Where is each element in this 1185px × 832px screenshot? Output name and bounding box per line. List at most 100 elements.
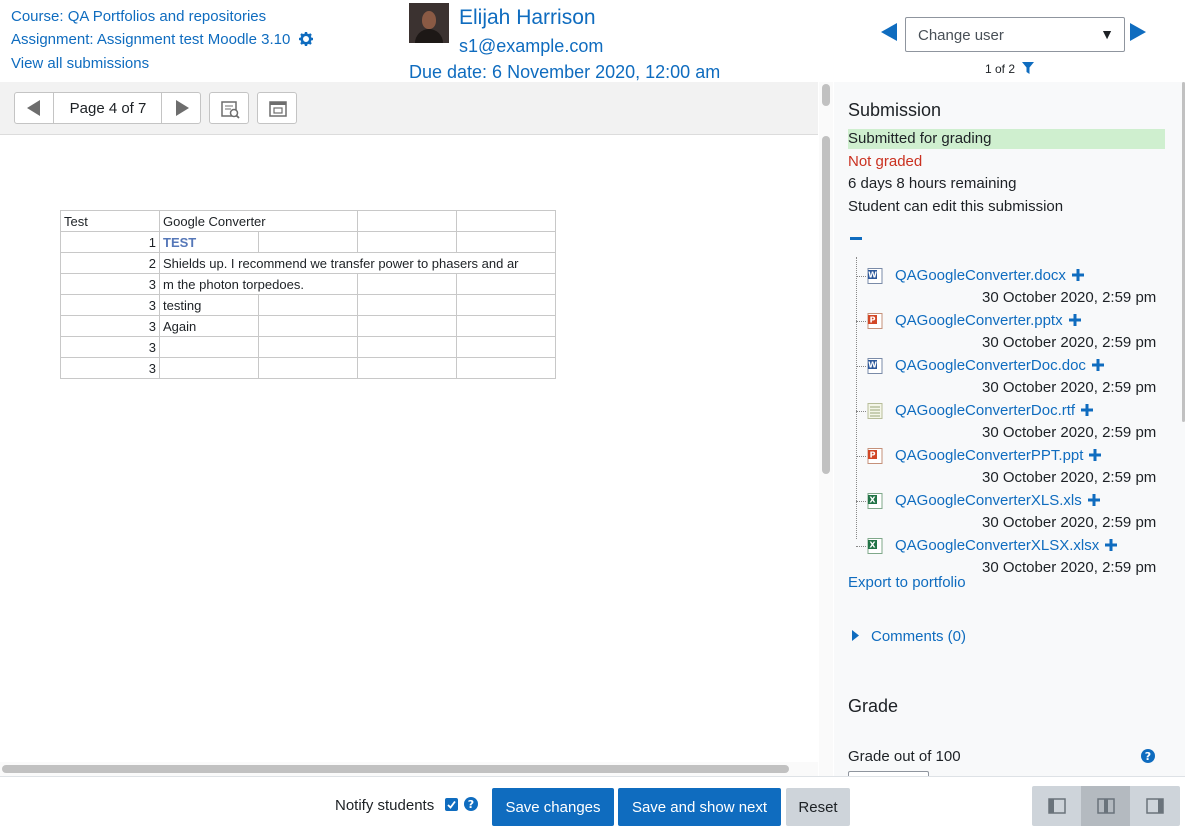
svg-text:?: ?	[468, 798, 474, 811]
help-icon[interactable]: ?	[464, 797, 478, 815]
viewer-toolbar: Page 4 of 7	[0, 82, 818, 135]
view-all-submissions-link[interactable]: View all submissions	[11, 55, 149, 72]
sheet-cell: 2	[60, 252, 160, 274]
change-user-select[interactable]: Change user ▼	[905, 17, 1125, 52]
file-link[interactable]: QAGoogleConverterPPT.ppt	[895, 447, 1083, 464]
expand-viewer-button[interactable]	[257, 92, 297, 124]
search-comments-button[interactable]	[209, 92, 249, 124]
sheet-row: 3	[60, 357, 556, 379]
gear-icon[interactable]	[298, 31, 313, 54]
sheet-cell: Test	[60, 210, 160, 232]
sheet-cell	[456, 210, 556, 232]
time-remaining: 6 days 8 hours remaining	[848, 175, 1017, 192]
reset-button[interactable]: Reset	[786, 788, 850, 826]
file-row: QAGoogleConverterXLSX.xlsx	[895, 537, 1118, 555]
grade-heading: Grade	[848, 696, 899, 716]
next-page-button[interactable]	[161, 93, 200, 123]
layout-collapse-grade-button[interactable]	[1032, 786, 1081, 826]
sheet-cell	[357, 315, 457, 337]
plus-icon[interactable]	[1105, 538, 1118, 555]
vertical-scrollbar[interactable]	[819, 82, 833, 776]
sheet-cell: 3	[60, 294, 160, 316]
file-link[interactable]: QAGoogleConverterXLSX.xlsx	[895, 537, 1099, 554]
action-footer: Notify students ? Save changes Save and …	[0, 776, 1185, 832]
help-icon[interactable]: ?	[1141, 749, 1155, 767]
breadcrumb: Course: QA Portfolios and repositories A…	[11, 6, 313, 76]
sheet-cell	[159, 336, 259, 358]
notify-students-checkbox[interactable]	[445, 798, 458, 811]
expand-icon	[269, 101, 287, 117]
file-row: QAGoogleConverterDoc.rtf	[895, 402, 1094, 420]
plus-icon[interactable]	[1089, 448, 1102, 465]
plus-icon[interactable]	[1091, 358, 1104, 375]
tree-branch	[856, 321, 866, 322]
plus-icon[interactable]	[1071, 268, 1084, 285]
svg-text:?: ?	[1145, 750, 1151, 763]
export-to-portfolio-link[interactable]: Export to portfolio	[848, 574, 966, 591]
sheet-row: 3m the photon torpedoes.	[60, 273, 556, 295]
sheet-cell: testing	[159, 294, 259, 316]
plus-icon[interactable]	[1068, 313, 1081, 330]
horizontal-scrollbar[interactable]	[0, 762, 818, 776]
course-link[interactable]: Course: QA Portfolios and repositories	[11, 8, 266, 25]
panel-left-icon	[1048, 798, 1066, 814]
sheet-cell: 3	[60, 273, 160, 295]
file-link[interactable]: QAGoogleConverterDoc.rtf	[895, 402, 1075, 419]
layout-collapse-review-button[interactable]	[1130, 786, 1179, 826]
sheet-cell	[456, 336, 556, 358]
file-link[interactable]: QAGoogleConverterXLS.xls	[895, 492, 1082, 509]
save-and-show-next-button[interactable]: Save and show next	[618, 788, 781, 826]
sheet-cell	[357, 231, 457, 253]
sheet-row: 1 TEST	[60, 231, 556, 253]
sheet-cell: 3	[60, 315, 160, 337]
spreadsheet-page: Test Google Converter 1 TEST 2 Shields up. I …	[60, 210, 556, 379]
search-comments-icon	[221, 101, 240, 119]
word-file-icon: W	[867, 268, 883, 284]
submission-heading: Submission	[848, 100, 942, 120]
page-select[interactable]: Page 4 of 7	[55, 100, 161, 117]
sheet-cell	[357, 210, 457, 232]
assignment-link[interactable]: Assignment: Assignment test Moodle 3.10	[11, 31, 290, 48]
svg-text:X: X	[869, 541, 876, 550]
sheet-cell	[456, 357, 556, 379]
tree-branch	[856, 276, 866, 277]
collapse-files-icon[interactable]	[850, 237, 862, 240]
sheet-row: 3 Again	[60, 315, 556, 337]
user-counter-text: 1 of 2	[985, 62, 1016, 76]
text-file-icon	[867, 403, 883, 419]
file-link[interactable]: QAGoogleConverter.docx	[895, 267, 1066, 284]
edit-status: Student can edit this submission	[848, 198, 1064, 215]
svg-text:X: X	[869, 496, 876, 505]
sheet-row: 3	[60, 336, 556, 358]
previous-user-arrow-icon[interactable]	[879, 21, 899, 43]
next-user-arrow-icon[interactable]	[1128, 21, 1148, 43]
file-date: 30 October 2020, 2:59 pm	[982, 334, 1157, 351]
sheet-cell: 1	[60, 231, 160, 253]
file-date: 30 October 2020, 2:59 pm	[982, 424, 1157, 441]
grading-panel: Submission Submitted for grading Not gra…	[834, 82, 1185, 776]
excel-file-icon: X	[867, 538, 883, 554]
plus-icon[interactable]	[1081, 403, 1094, 420]
svg-text:P: P	[870, 451, 876, 460]
plus-icon[interactable]	[1087, 493, 1100, 510]
user-name-link[interactable]: Elijah Harrison	[459, 6, 596, 30]
file-link[interactable]: QAGoogleConverter.pptx	[895, 312, 1063, 329]
chevron-down-icon: ▼	[1100, 26, 1114, 42]
layout-default-button[interactable]	[1081, 786, 1130, 826]
file-row: QAGoogleConverterDoc.doc	[895, 357, 1104, 375]
sheet-cell: Again	[159, 315, 259, 337]
sheet-cell: 3	[60, 336, 160, 358]
powerpoint-file-icon: P	[867, 313, 883, 329]
comments-toggle[interactable]: Comments (0)	[852, 628, 966, 645]
sheet-cell: Shields up. I recommend we transfer powe…	[159, 252, 556, 274]
grader-header: Course: QA Portfolios and repositories A…	[0, 0, 1185, 82]
avatar[interactable]	[409, 3, 449, 43]
user-counter: 1 of 2	[985, 62, 1035, 77]
sheet-cell	[258, 315, 358, 337]
previous-page-button[interactable]	[15, 93, 54, 123]
filter-icon[interactable]	[1022, 62, 1035, 77]
file-link[interactable]: QAGoogleConverterDoc.doc	[895, 357, 1086, 374]
submission-file: P QAGoogleConverterPPT.ppt 30 October 2020…	[856, 444, 1185, 489]
save-changes-button[interactable]: Save changes	[492, 788, 614, 826]
user-email-link[interactable]: s1@example.com	[459, 36, 603, 57]
